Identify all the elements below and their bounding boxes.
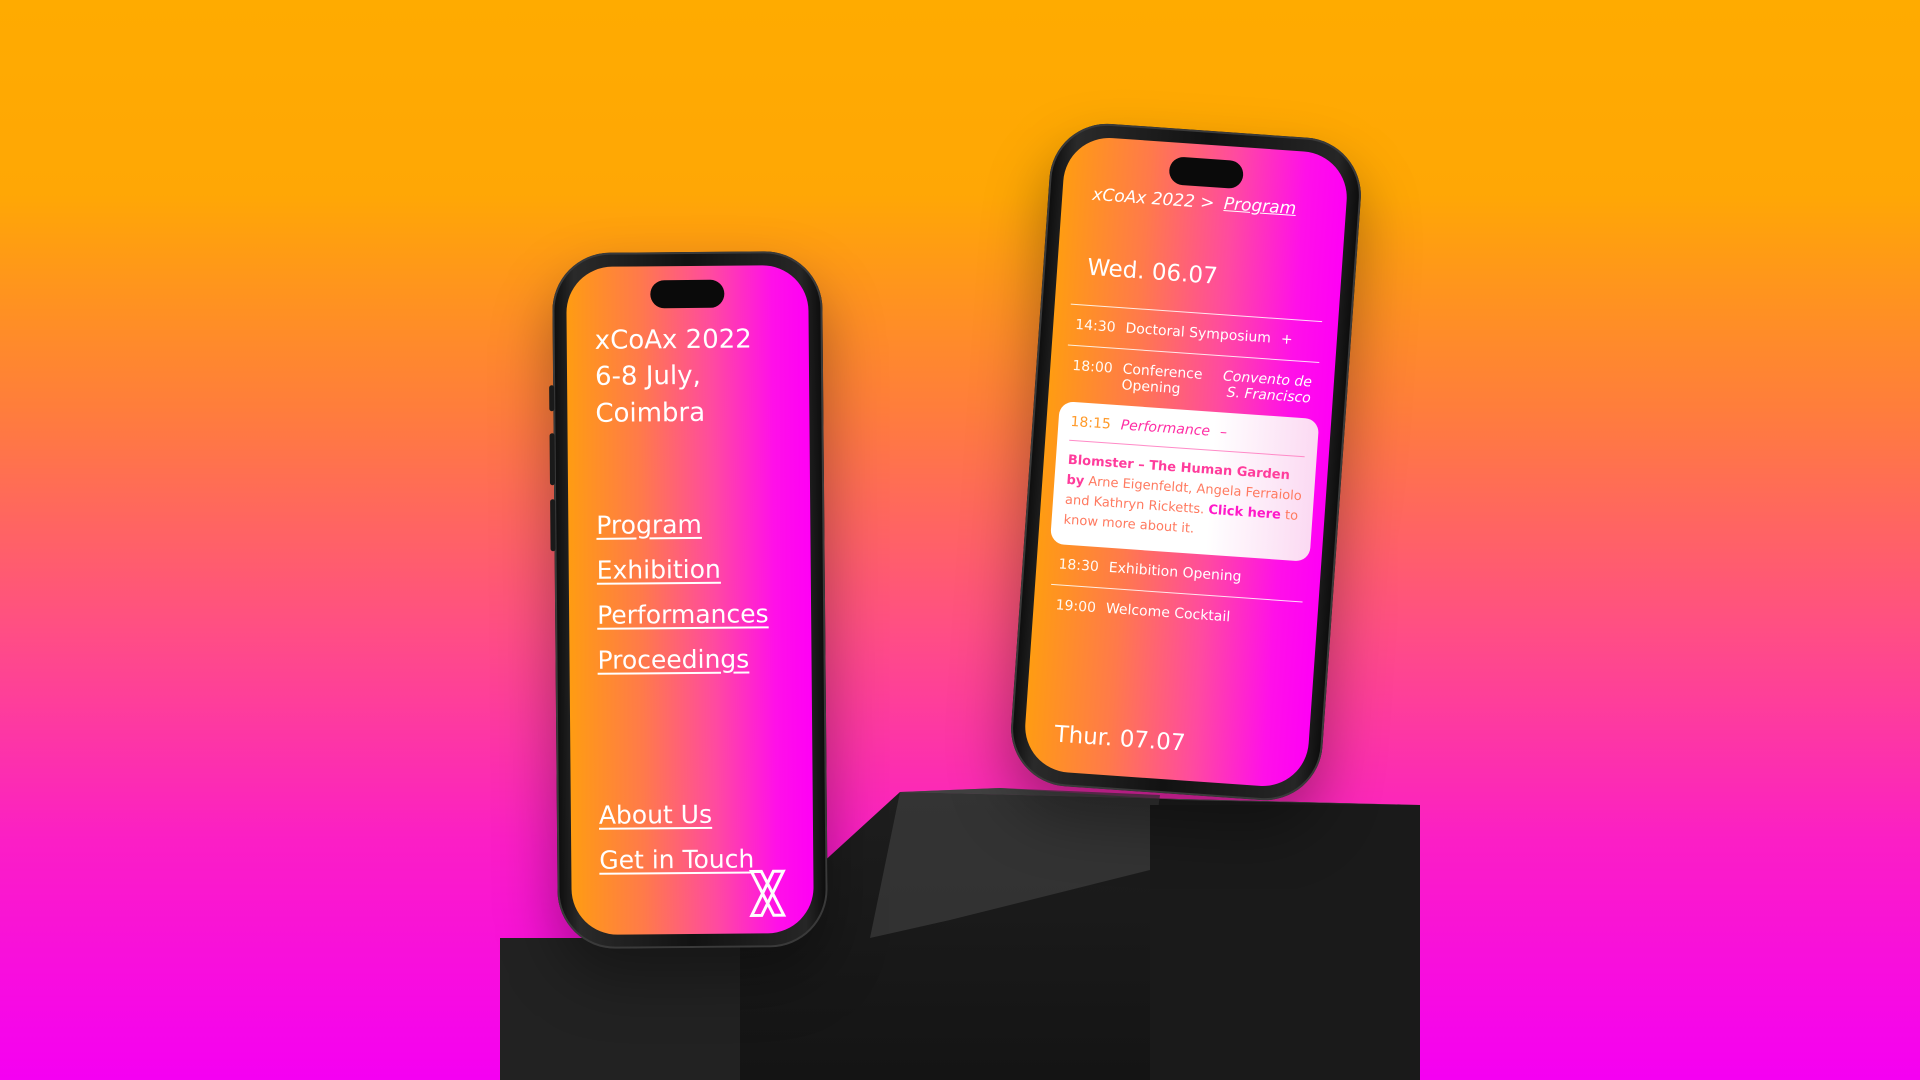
event-title: Welcome Cocktail <box>1105 600 1231 626</box>
event-time: 18:15 <box>1069 413 1112 433</box>
nav-about-us[interactable]: About Us <box>599 791 754 837</box>
expand-plus-icon[interactable]: + <box>1280 331 1293 348</box>
breadcrumb-root[interactable]: xCoAx 2022 <box>1092 185 1196 212</box>
volume-down-button <box>550 499 556 552</box>
x-logo-icon[interactable] <box>747 869 787 917</box>
pedestal <box>500 788 1420 1080</box>
breadcrumb: xCoAx 2022 > Program <box>1092 185 1297 219</box>
event-title: Exhibition Opening <box>1108 559 1243 586</box>
event-venue: Convento de S. Francisco <box>1222 368 1313 407</box>
program-screen: xCoAx 2022 > Program Wed. 06.07 14:30 Do… <box>1022 134 1350 790</box>
event-card-expanded[interactable]: 18:15 Performance – Blomster – The Human… <box>1049 401 1320 562</box>
click-here-link[interactable]: Click here <box>1208 503 1282 523</box>
event-title: Doctoral Symposium <box>1124 320 1272 347</box>
event-time: 14:30 <box>1074 316 1117 336</box>
nav-program[interactable]: Program <box>596 501 768 547</box>
breadcrumb-separator: > <box>1199 192 1216 214</box>
collapse-minus-icon[interactable]: – <box>1219 424 1227 440</box>
site-dates: 6-8 July, Coimbra <box>594 361 706 429</box>
site-title: xCoAx 2022 <box>594 324 752 356</box>
event-time: 19:00 <box>1055 597 1097 617</box>
main-nav: Program Exhibition Performances Proceedi… <box>596 501 769 682</box>
nav-proceedings[interactable]: Proceedings <box>597 636 769 682</box>
dynamic-island <box>650 279 725 309</box>
menu-screen: xCoAx 2022 6-8 July, Coimbra Program Exh… <box>566 264 814 936</box>
breadcrumb-current[interactable]: Program <box>1223 194 1297 219</box>
card-description: Blomster – The Human Garden by Arne Eige… <box>1063 441 1305 547</box>
nav-exhibition[interactable]: Exhibition <box>597 546 769 592</box>
site-header: xCoAx 2022 6-8 July, Coimbra <box>595 321 810 432</box>
phone-menu: xCoAx 2022 6-8 July, Coimbra Program Exh… <box>549 250 829 950</box>
event-title: Conference Opening <box>1120 361 1204 398</box>
event-time: 18:30 <box>1057 556 1100 576</box>
event-list: 14:30 Doctoral Symposium + 18:00 Confere… <box>1048 303 1323 643</box>
footer-nav: About Us Get in Touch <box>599 791 755 882</box>
day-heading-wed: Wed. 06.07 <box>1086 254 1219 290</box>
mute-switch <box>549 385 555 412</box>
day-heading-thur: Thur. 07.07 <box>1053 721 1187 757</box>
dynamic-island <box>1168 156 1245 190</box>
nav-get-in-touch[interactable]: Get in Touch <box>599 836 754 882</box>
phone-program: xCoAx 2022 > Program Wed. 06.07 14:30 Do… <box>1007 119 1365 805</box>
volume-up-button <box>549 433 555 486</box>
nav-performances[interactable]: Performances <box>597 591 769 637</box>
by-word: by <box>1065 472 1085 489</box>
event-time: 18:00 <box>1071 357 1114 377</box>
event-title: Performance <box>1120 417 1211 440</box>
